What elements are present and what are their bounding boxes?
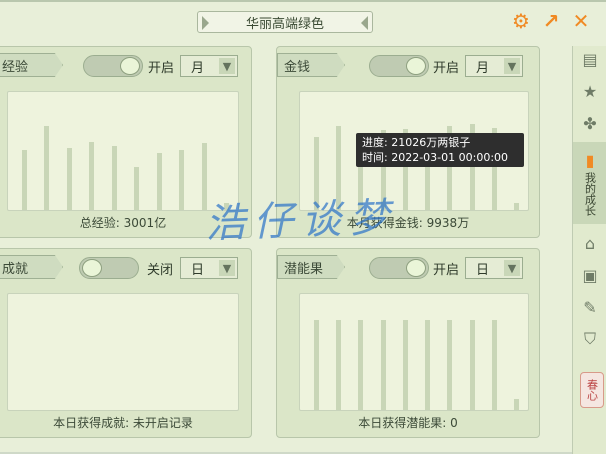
chart-bar bbox=[179, 150, 185, 210]
chevron-down-icon: ▼ bbox=[504, 260, 520, 276]
money-toggle-knob bbox=[406, 57, 426, 75]
potential-toggle-label: 开启 bbox=[433, 263, 460, 278]
achieve-toggle[interactable] bbox=[79, 257, 139, 279]
chart-bar bbox=[134, 167, 140, 210]
progress-tooltip: 进度: 21026万两银子 时间: 2022-03-01 00:00:00 bbox=[356, 133, 524, 167]
window-controls: ⚙ ↗ ✕ bbox=[510, 10, 592, 32]
window-title: 华丽高端绿色 bbox=[197, 11, 373, 33]
sidebar-growth-label: 我的成长 bbox=[583, 171, 597, 216]
chart-bar bbox=[514, 203, 519, 210]
chart-bar bbox=[447, 320, 453, 410]
external-link-icon[interactable]: ↗ bbox=[540, 10, 562, 32]
potential-period-select[interactable]: 日 ▼ bbox=[465, 257, 523, 279]
chevron-down-icon: ▼ bbox=[219, 260, 235, 276]
chart-bar bbox=[491, 320, 497, 410]
potential-panel: 潜能果 开启 日 ▼ 本日获得潜能果: 0 bbox=[276, 248, 540, 438]
chart-bar bbox=[402, 320, 408, 410]
star-icon[interactable]: ★ bbox=[573, 78, 606, 104]
money-tag: 金钱 bbox=[277, 53, 345, 77]
money-period-value: 月 bbox=[476, 60, 490, 76]
exp-toggle-knob bbox=[120, 57, 140, 75]
chart-bar bbox=[66, 148, 72, 210]
achieve-toggle-knob bbox=[82, 259, 102, 277]
achieve-footer: 本日获得成就: 未开启记录 bbox=[53, 416, 193, 430]
exp-toggle[interactable] bbox=[83, 55, 143, 77]
gear-icon[interactable]: ⚙ bbox=[510, 10, 532, 32]
achieve-period-value: 日 bbox=[191, 262, 205, 278]
money-toggle-label: 开启 bbox=[433, 61, 460, 76]
close-icon[interactable]: ✕ bbox=[570, 10, 592, 32]
exp-period-value: 月 bbox=[191, 60, 205, 76]
shirt-icon[interactable]: ⛉ bbox=[573, 326, 606, 352]
chat-icon[interactable]: ▤ bbox=[573, 46, 606, 72]
achieve-chart bbox=[7, 293, 239, 411]
spring-badge[interactable]: 春心 bbox=[580, 372, 604, 408]
exp-toggle-label: 开启 bbox=[148, 61, 175, 76]
potential-toggle-knob bbox=[406, 259, 426, 277]
chart-bar bbox=[314, 320, 319, 410]
chart-bar bbox=[22, 150, 27, 210]
achieve-panel: 成就 关闭 日 ▼ 本日获得成就: 未开启记录 bbox=[0, 248, 252, 438]
window-title-text: 华丽高端绿色 bbox=[245, 16, 324, 32]
chart-bar bbox=[469, 320, 475, 410]
achieve-period-select[interactable]: 日 ▼ bbox=[180, 257, 238, 279]
exp-tag-text: 经验 bbox=[2, 59, 29, 75]
spring-badge-text: 春心 bbox=[585, 379, 599, 401]
money-period-select[interactable]: 月 ▼ bbox=[465, 55, 523, 77]
chart-bar bbox=[358, 320, 364, 410]
potential-chart bbox=[299, 293, 529, 411]
potential-footer: 本日获得潜能果: 0 bbox=[358, 416, 458, 430]
chevron-down-icon: ▼ bbox=[219, 58, 235, 74]
money-toggle[interactable] bbox=[369, 55, 429, 77]
chevron-down-icon: ▼ bbox=[504, 58, 520, 74]
paw-icon[interactable]: ✤ bbox=[573, 110, 606, 136]
tooltip-time: 时间: 2022-03-01 00:00:00 bbox=[362, 151, 509, 164]
exp-period-select[interactable]: 月 ▼ bbox=[180, 55, 238, 77]
corner-logo bbox=[508, 404, 598, 446]
achieve-tag: 成就 bbox=[0, 255, 63, 279]
chart-bar bbox=[156, 153, 162, 210]
tooltip-progress: 进度: 21026万两银子 bbox=[362, 136, 471, 149]
achieve-toggle-label: 关闭 bbox=[147, 263, 174, 278]
chart-bar bbox=[44, 126, 50, 210]
achieve-tag-text: 成就 bbox=[2, 261, 29, 277]
watermark-text: 浩仔谈梦 bbox=[204, 194, 398, 248]
potential-tag-text: 潜能果 bbox=[284, 261, 324, 277]
potential-period-value: 日 bbox=[476, 262, 490, 278]
chart-bar bbox=[425, 320, 431, 410]
potential-toggle[interactable] bbox=[369, 257, 429, 279]
potential-tag: 潜能果 bbox=[277, 255, 345, 279]
money-tag-text: 金钱 bbox=[284, 59, 311, 75]
chart-bar bbox=[336, 320, 342, 410]
exp-tag: 经验 bbox=[0, 53, 63, 77]
box-icon[interactable]: ▣ bbox=[573, 262, 606, 288]
chart-bar bbox=[380, 320, 386, 410]
chart-bar bbox=[111, 146, 117, 210]
chart-bar bbox=[89, 142, 95, 210]
home-icon[interactable]: ⌂ bbox=[573, 230, 606, 256]
signal-bars-icon: ▮ bbox=[585, 150, 595, 170]
sidebar-item-growth[interactable]: ▮ 我的成长 bbox=[573, 142, 606, 224]
palette-icon[interactable]: ✎ bbox=[573, 294, 606, 320]
growth-window: 华丽高端绿色 ⚙ ↗ ✕ 经验 开启 月 ▼ 总经验: 3001亿 金钱 开启 月… bbox=[0, 0, 606, 454]
